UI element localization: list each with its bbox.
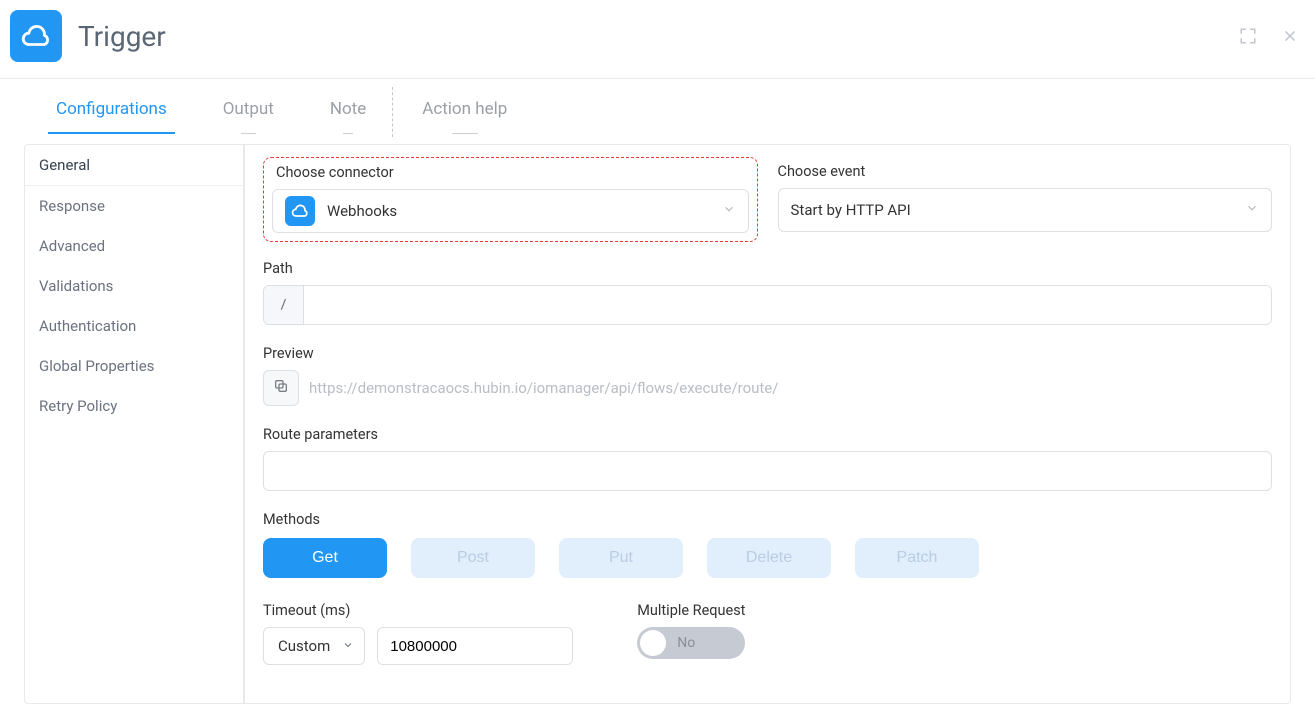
- field-route-params: Route parameters: [263, 426, 1272, 491]
- sidebar-item-validations[interactable]: Validations: [25, 266, 243, 306]
- body: General Response Advanced Validations Au…: [0, 134, 1315, 728]
- method-put-button[interactable]: Put: [559, 538, 683, 578]
- field-multiple-request: Multiple Request No: [637, 602, 745, 659]
- methods-label: Methods: [263, 511, 1272, 528]
- sidebar-item-general[interactable]: General: [25, 145, 243, 186]
- tab-output-label: Output: [223, 99, 274, 119]
- sidebar: General Response Advanced Validations Au…: [24, 144, 244, 704]
- timeout-mode-select[interactable]: Custom: [263, 627, 365, 665]
- tab-note-label: Note: [330, 99, 366, 119]
- method-post-button[interactable]: Post: [411, 538, 535, 578]
- timeout-label: Timeout (ms): [263, 602, 573, 619]
- tab-underline: [452, 133, 478, 134]
- field-path: Path /: [263, 260, 1272, 325]
- connector-select[interactable]: Webhooks: [272, 189, 749, 233]
- page-title: Trigger: [78, 20, 166, 53]
- copy-button[interactable]: [263, 370, 299, 406]
- sidebar-item-advanced[interactable]: Advanced: [25, 226, 243, 266]
- tab-note[interactable]: Note: [330, 91, 366, 133]
- event-select[interactable]: Start by HTTP API: [778, 188, 1273, 232]
- event-label: Choose event: [778, 163, 1273, 180]
- sidebar-item-response[interactable]: Response: [25, 186, 243, 226]
- field-timeout: Timeout (ms) Custom: [263, 602, 573, 665]
- method-delete-button[interactable]: Delete: [707, 538, 831, 578]
- connector-highlight: Choose connector Webhooks: [263, 157, 758, 242]
- connector-value: Webhooks: [327, 202, 397, 220]
- multiple-request-label: Multiple Request: [637, 602, 745, 619]
- method-get-button[interactable]: Get: [263, 538, 387, 578]
- connector-label: Choose connector: [276, 164, 749, 181]
- tab-underline: [343, 133, 354, 134]
- header: Trigger: [0, 0, 1315, 79]
- fullscreen-icon[interactable]: [1239, 27, 1257, 45]
- field-connector: Choose connector Webhooks: [263, 157, 758, 242]
- row-connector-event: Choose connector Webhooks: [263, 157, 1272, 242]
- timeout-value-input[interactable]: [377, 627, 573, 665]
- tab-underline: [241, 133, 256, 134]
- preview-label: Preview: [263, 345, 1272, 362]
- field-event: Choose event Start by HTTP API: [778, 157, 1273, 232]
- chevron-down-icon: [342, 637, 354, 655]
- chevron-down-icon: [1245, 201, 1259, 219]
- sidebar-item-retry-policy[interactable]: Retry Policy: [25, 386, 243, 426]
- tabs: Configurations Output Note Action help: [0, 91, 1315, 134]
- app-cloud-icon: [10, 10, 62, 62]
- copy-icon: [273, 378, 289, 398]
- chevron-down-icon: [722, 202, 736, 220]
- tab-action-help[interactable]: Action help: [422, 91, 507, 133]
- header-right: [1239, 27, 1299, 45]
- path-input-wrap: /: [263, 285, 1272, 325]
- multiple-request-toggle[interactable]: No: [637, 627, 745, 659]
- field-preview: Preview https://demonstracaocs.hubin.io/…: [263, 345, 1272, 406]
- timeout-mode-value: Custom: [278, 637, 330, 655]
- preview-url: https://demonstracaocs.hubin.io/iomanage…: [309, 379, 778, 397]
- path-input[interactable]: [304, 286, 1271, 324]
- field-methods: Methods Get Post Put Delete Patch: [263, 511, 1272, 578]
- cloud-icon: [285, 196, 315, 226]
- toggle-state-label: No: [677, 635, 695, 651]
- tab-output[interactable]: Output: [223, 91, 274, 133]
- toggle-knob: [640, 630, 666, 656]
- tab-action-help-label: Action help: [422, 99, 507, 119]
- route-params-label: Route parameters: [263, 426, 1272, 443]
- path-prefix: /: [264, 286, 304, 324]
- route-params-input[interactable]: [263, 451, 1272, 491]
- path-label: Path: [263, 260, 1272, 277]
- sidebar-item-authentication[interactable]: Authentication: [25, 306, 243, 346]
- close-icon[interactable]: [1281, 27, 1299, 45]
- tab-configurations[interactable]: Configurations: [56, 91, 167, 133]
- event-value: Start by HTTP API: [791, 201, 911, 219]
- content: Choose connector Webhooks: [244, 144, 1291, 704]
- sidebar-item-global-properties[interactable]: Global Properties: [25, 346, 243, 386]
- header-left: Trigger: [10, 10, 166, 62]
- row-timeout-multiple: Timeout (ms) Custom Multiple Request No: [263, 602, 1272, 665]
- method-patch-button[interactable]: Patch: [855, 538, 979, 578]
